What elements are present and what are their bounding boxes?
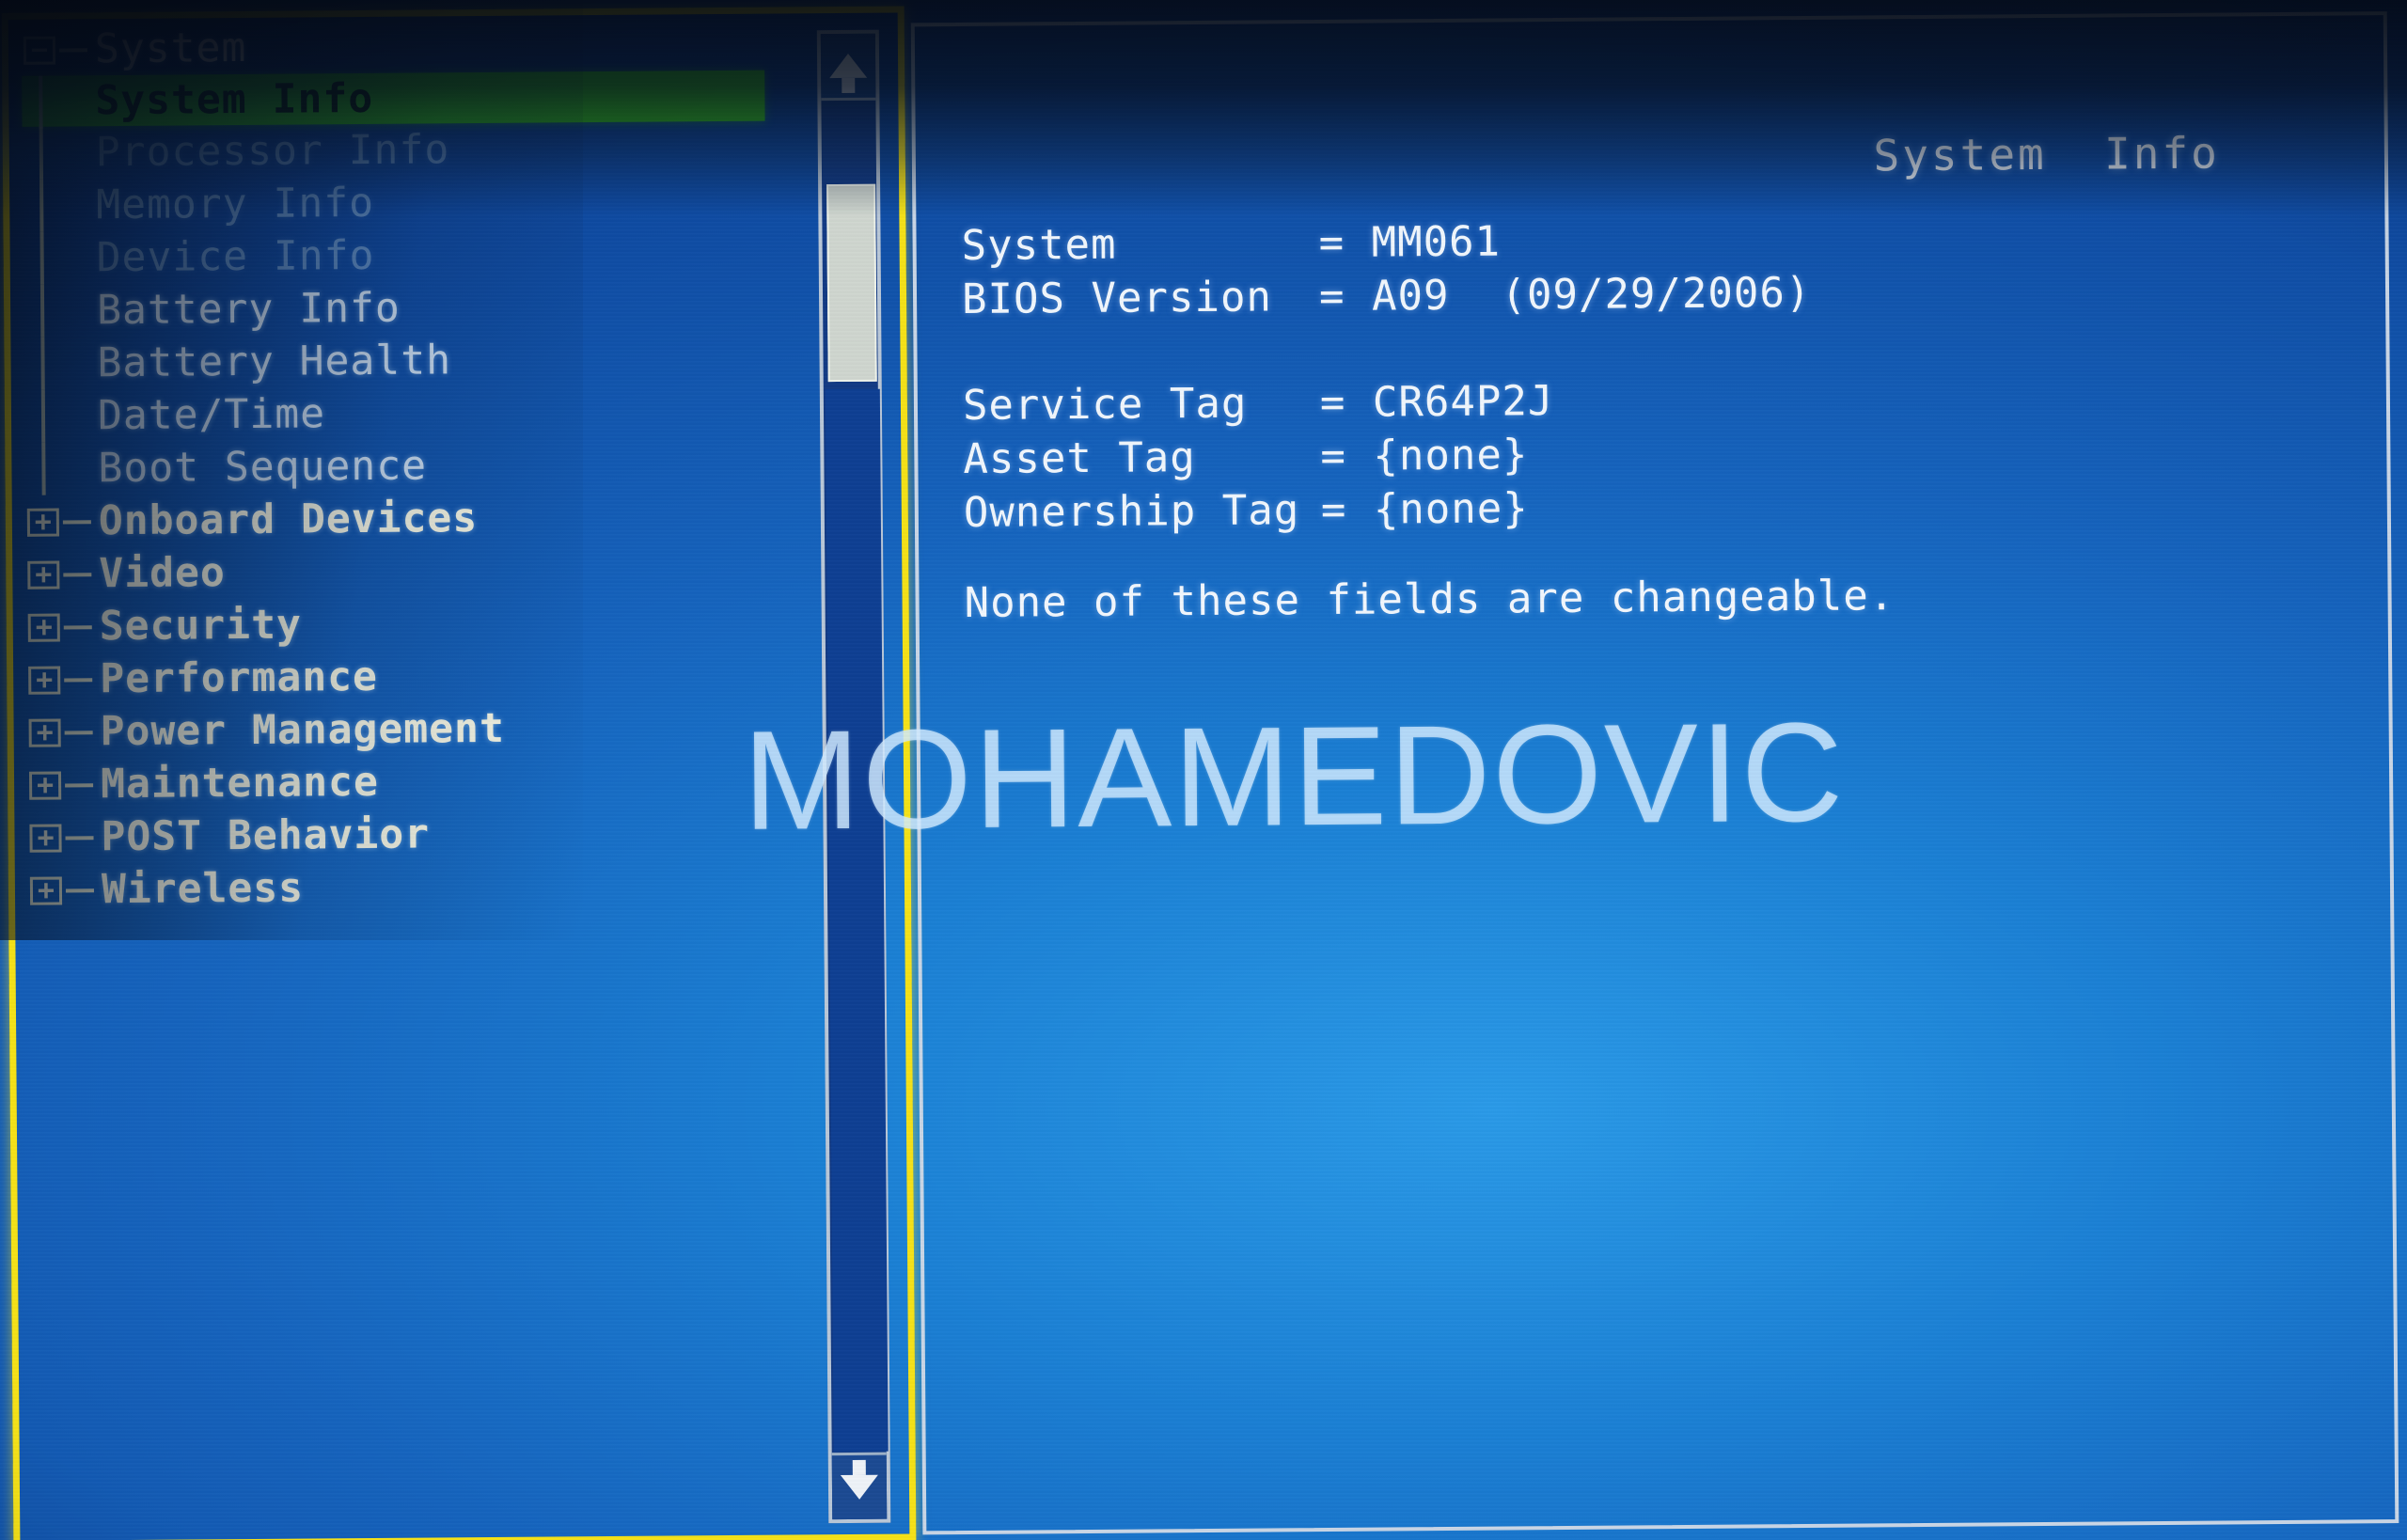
menu-item-date-time[interactable]: Date/Time xyxy=(24,385,767,443)
expand-plus-icon[interactable]: + xyxy=(29,874,63,907)
tree-connector-line xyxy=(58,48,87,53)
menu-item-performance[interactable]: + Performance xyxy=(26,648,769,706)
menu-item-battery-health[interactable]: Battery Health xyxy=(24,332,766,390)
menu-item-label: Performance xyxy=(100,652,379,703)
tree-connector-line xyxy=(63,573,92,577)
expand-plus-icon[interactable]: + xyxy=(28,664,61,697)
menu-item-label: System Info xyxy=(95,74,374,125)
menu-item-boot-sequence[interactable]: Boot Sequence xyxy=(24,437,767,495)
readonly-note: None of these fields are changeable. xyxy=(964,572,1896,627)
tree-connector-line xyxy=(64,731,93,735)
system-info-fields: System = MM061 BIOS Version = A09 (09/29/2006… xyxy=(961,212,2280,542)
menu-item-maintenance[interactable]: + Maintenance xyxy=(27,753,770,811)
tree-connector-line xyxy=(63,625,92,630)
menu-item-onboard-devices[interactable]: + Onboard Devices xyxy=(25,490,768,548)
menu-tree-panel: − System System Info Processor Info Memory I… xyxy=(1,6,917,1540)
menu-tree[interactable]: − System System Info Processor Info Memory I… xyxy=(22,18,771,917)
scroll-down-arrow-icon xyxy=(840,1474,879,1501)
menu-item-label: Device Info xyxy=(96,231,375,282)
menu-item-wireless[interactable]: + Wireless xyxy=(28,858,771,917)
menu-item-label: Battery Health xyxy=(97,337,452,387)
menu-item-label: Power Management xyxy=(100,704,506,756)
info-field-row: Ownership Tag = {none} xyxy=(964,479,2280,542)
menu-item-post-behavior[interactable]: + POST Behavior xyxy=(27,806,770,864)
content-panel: System Info System = MM061 BIOS Version = A09… xyxy=(910,11,2399,1535)
expand-plus-icon[interactable]: + xyxy=(28,769,62,802)
tree-vertical-line xyxy=(39,126,44,180)
info-field-equals: = xyxy=(1318,272,1345,322)
tree-vertical-line xyxy=(39,284,45,338)
tree-vertical-line xyxy=(39,231,44,285)
expand-plus-icon[interactable]: + xyxy=(27,611,60,644)
info-field-value: CR64P2J xyxy=(1372,377,1554,427)
menu-item-system-info[interactable]: System Info xyxy=(22,70,765,129)
menu-item-device-info[interactable]: Device Info xyxy=(23,227,765,285)
menu-item-label: System xyxy=(94,24,247,73)
info-field-value: MM061 xyxy=(1371,217,1502,267)
info-field-value: {none} xyxy=(1373,484,1529,534)
menu-item-label: Onboard Devices xyxy=(98,495,479,545)
menu-item-label: Maintenance xyxy=(100,758,380,809)
tree-vertical-line xyxy=(39,75,43,129)
info-field-name: Asset Tag xyxy=(963,433,1197,483)
expand-plus-icon[interactable]: + xyxy=(26,506,60,539)
scroll-up-button[interactable] xyxy=(820,33,876,102)
menu-item-processor-info[interactable]: Processor Info xyxy=(23,121,765,180)
info-field-value: {none} xyxy=(1373,431,1529,480)
menu-item-label: Security xyxy=(99,601,303,651)
menu-item-memory-info[interactable]: Memory Info xyxy=(23,174,765,232)
info-field-equals: = xyxy=(1318,218,1345,268)
menu-item-video[interactable]: + Video xyxy=(25,542,768,601)
tree-connector-line xyxy=(65,836,94,841)
menu-item-label: Video xyxy=(99,549,226,598)
tree-connector-line xyxy=(64,678,93,683)
bios-setup-screen: − System System Info Processor Info Memory I… xyxy=(0,0,2407,1540)
expand-plus-icon[interactable]: + xyxy=(27,558,60,591)
info-field-equals: = xyxy=(1320,485,1347,535)
scrollbar-track[interactable] xyxy=(825,388,889,1453)
expand-plus-icon[interactable]: + xyxy=(29,822,62,855)
info-field-value: A09 (09/29/2006) xyxy=(1371,268,1812,321)
content-title: System Info xyxy=(1873,127,2221,181)
menu-item-label: Memory Info xyxy=(96,179,375,229)
info-field-name: Service Tag xyxy=(962,379,1248,430)
menu-item-label: Wireless xyxy=(101,864,305,914)
expand-plus-icon[interactable]: + xyxy=(28,716,61,749)
collapse-minus-icon[interactable]: − xyxy=(23,34,56,67)
scroll-down-button[interactable] xyxy=(831,1452,888,1520)
tree-vertical-line xyxy=(40,389,46,443)
menu-item-label: Battery Info xyxy=(96,284,401,335)
info-field-name: Ownership Tag xyxy=(963,486,1300,537)
scroll-up-arrow-icon xyxy=(829,53,868,79)
tree-connector-line xyxy=(65,888,94,893)
tree-connector-line xyxy=(62,520,91,525)
tree-vertical-line xyxy=(40,337,45,390)
menu-item-label: POST Behavior xyxy=(101,810,431,861)
menu-item-system[interactable]: − System xyxy=(22,18,764,76)
menu-item-battery-info[interactable]: Battery Info xyxy=(24,279,766,338)
scrollbar-thumb[interactable] xyxy=(826,183,877,383)
info-field-name: BIOS Version xyxy=(961,273,1273,324)
menu-item-label: Processor Info xyxy=(95,126,450,177)
info-field-equals: = xyxy=(1319,378,1346,428)
info-field-equals: = xyxy=(1320,432,1347,481)
tree-vertical-line xyxy=(39,179,44,232)
menu-scrollbar[interactable] xyxy=(816,29,891,1524)
info-field-name: System xyxy=(961,220,1117,271)
tree-connector-line xyxy=(65,783,94,788)
menu-item-label: Date/Time xyxy=(97,390,326,440)
tree-vertical-line xyxy=(41,442,46,495)
photographed-screen: − System System Info Processor Info Memory I… xyxy=(0,0,2407,1540)
menu-item-power-management[interactable]: + Power Management xyxy=(26,700,769,759)
menu-item-label: Boot Sequence xyxy=(98,442,428,493)
menu-item-security[interactable]: + Security xyxy=(26,595,769,653)
